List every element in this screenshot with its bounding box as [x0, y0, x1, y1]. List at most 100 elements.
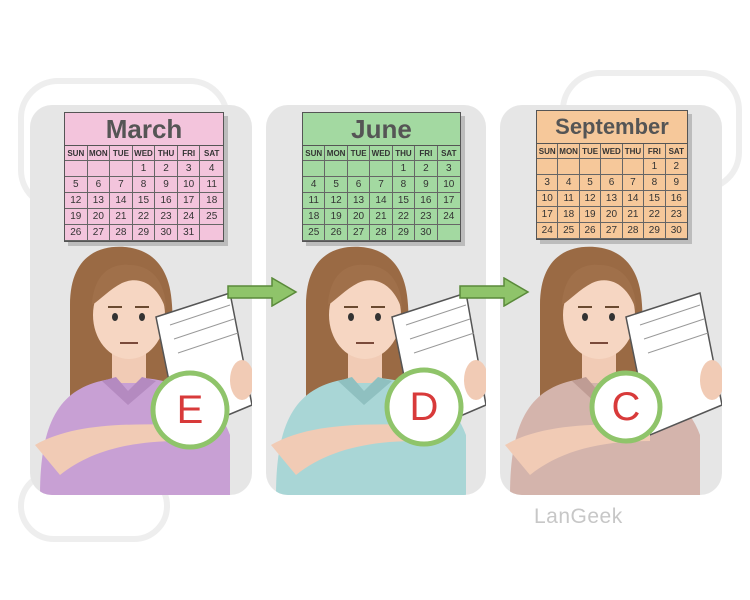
calendar-day: 5	[65, 177, 88, 193]
calendar-weekday-header: WED	[132, 146, 156, 161]
calendar-weekday-header: THU	[622, 144, 645, 159]
calendar-day: 5	[325, 177, 348, 193]
calendar-weekday-header: TUE	[579, 144, 602, 159]
calendar-day	[601, 159, 623, 175]
calendar-day: 16	[415, 193, 438, 209]
arrow-right-icon	[227, 277, 298, 307]
calendar-day: 13	[347, 193, 371, 209]
calendar-day: 26	[65, 225, 88, 241]
calendar-day: 1	[132, 161, 156, 177]
calendar-day: 30	[665, 223, 687, 239]
calendar-day: 20	[347, 209, 371, 225]
calendar-weekday-header: WED	[370, 146, 393, 161]
calendar-day: 4	[200, 161, 223, 177]
calendar-month-title: June	[303, 113, 460, 146]
calendar-grid: SUN MON TUE WED THU FRI SAT 1 2 3 4 5 6 7 8 9 10 11 12 13 14…	[303, 146, 460, 241]
calendar-march: March SUN MON TUE WED THU FRI SAT 1 2 3 4 5 6 7 8 9 10 11…	[64, 112, 224, 242]
calendar-day: 20	[601, 207, 623, 223]
calendar-day: 22	[644, 207, 666, 223]
calendar-day: 16	[155, 193, 178, 209]
calendar-day: 15	[392, 193, 416, 209]
calendar-weekday-header: FRI	[177, 146, 201, 161]
calendar-day: 18	[303, 209, 326, 225]
calendar-day: 15	[644, 191, 666, 207]
calendar-day: 1	[392, 161, 416, 177]
calendar-day: 27	[347, 225, 371, 241]
calendar-day: 27	[87, 225, 111, 241]
calendar-june: June SUN MON TUE WED THU FRI SAT 1 2 3 4 5 6 7 8 9 10 11 1…	[302, 112, 461, 242]
calendar-month-title: March	[65, 113, 223, 146]
calendar-day: 29	[132, 225, 156, 241]
calendar-day: 11	[200, 177, 223, 193]
calendar-day: 26	[325, 225, 348, 241]
calendar-day: 23	[415, 209, 438, 225]
calendar-day: 28	[622, 223, 645, 239]
calendar-day	[579, 159, 602, 175]
calendar-day: 3	[177, 161, 201, 177]
calendar-day: 14	[370, 193, 393, 209]
arrow-right-icon	[459, 277, 530, 307]
calendar-day: 18	[200, 193, 223, 209]
calendar-day: 19	[325, 209, 348, 225]
calendar-day: 25	[558, 223, 580, 239]
calendar-day: 10	[177, 177, 201, 193]
calendar-day: 2	[155, 161, 178, 177]
calendar-day: 8	[132, 177, 156, 193]
calendar-day: 16	[665, 191, 687, 207]
calendar-day	[303, 161, 326, 177]
calendar-day: 7	[370, 177, 393, 193]
calendar-day: 25	[303, 225, 326, 241]
calendar-day: 28	[110, 225, 133, 241]
calendar-month-title: September	[537, 111, 687, 144]
calendar-weekday-header: SAT	[665, 144, 687, 159]
calendar-day: 19	[65, 209, 88, 225]
calendar-day: 29	[644, 223, 666, 239]
calendar-day: 3	[437, 161, 460, 177]
calendar-day: 9	[415, 177, 438, 193]
calendar-day: 13	[601, 191, 623, 207]
calendar-day	[110, 161, 133, 177]
calendar-weekday-header: WED	[601, 144, 623, 159]
calendar-day: 7	[110, 177, 133, 193]
calendar-weekday-header: TUE	[110, 146, 133, 161]
calendar-day: 13	[87, 193, 111, 209]
calendar-day: 10	[437, 177, 460, 193]
calendar-day: 11	[303, 193, 326, 209]
calendar-weekday-header: FRI	[415, 146, 438, 161]
calendar-day: 6	[601, 175, 623, 191]
calendar-weekday-header: SAT	[437, 146, 460, 161]
calendar-day: 25	[200, 209, 223, 225]
calendar-day: 4	[558, 175, 580, 191]
grade-letter: E	[176, 388, 204, 432]
calendar-day	[437, 225, 460, 241]
calendar-weekday-header: SAT	[200, 146, 223, 161]
calendar-day: 12	[65, 193, 88, 209]
calendar-day	[558, 159, 580, 175]
calendar-weekday-header: SUN	[537, 144, 559, 159]
calendar-weekday-header: MON	[325, 146, 348, 161]
calendar-grid: SUN MON TUE WED THU FRI SAT 1 2 3 4 5 6 7 8 9 10 11 12 13 14…	[537, 144, 687, 239]
calendar-day	[325, 161, 348, 177]
calendar-day: 31	[177, 225, 201, 241]
calendar-day: 21	[110, 209, 133, 225]
calendar-day: 7	[622, 175, 645, 191]
calendar-day: 1	[644, 159, 666, 175]
calendar-grid: SUN MON TUE WED THU FRI SAT 1 2 3 4 5 6 7 8 9 10 11 12 13 14…	[65, 146, 223, 241]
calendar-day: 5	[579, 175, 602, 191]
calendar-day: 22	[392, 209, 416, 225]
calendar-day: 27	[601, 223, 623, 239]
calendar-day: 18	[558, 207, 580, 223]
calendar-day: 12	[325, 193, 348, 209]
calendar-day: 9	[665, 175, 687, 191]
calendar-day: 9	[155, 177, 178, 193]
calendar-day	[200, 225, 223, 241]
watermark-logo: LanGeek	[534, 505, 623, 528]
calendar-day: 24	[437, 209, 460, 225]
calendar-day	[65, 161, 88, 177]
calendar-day	[347, 161, 371, 177]
calendar-day: 21	[622, 207, 645, 223]
calendar-day: 21	[370, 209, 393, 225]
calendar-day: 26	[579, 223, 602, 239]
calendar-day: 24	[537, 223, 559, 239]
calendar-weekday-header: SUN	[65, 146, 88, 161]
